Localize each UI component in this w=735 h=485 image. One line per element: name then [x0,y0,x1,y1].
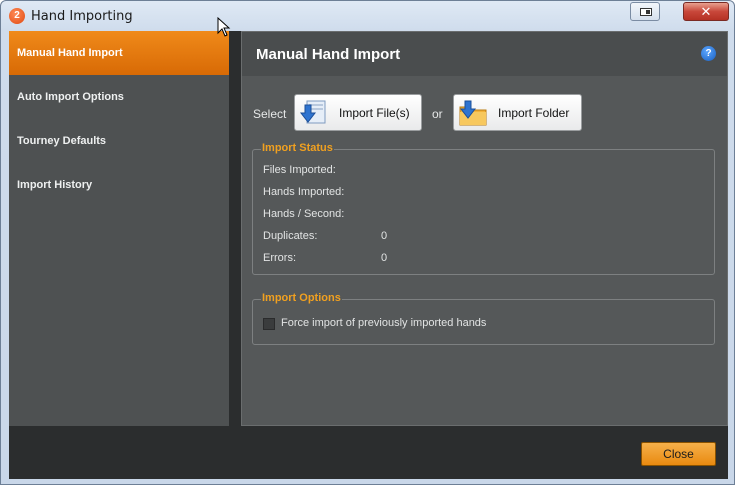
duplicates-value: 0 [381,230,388,242]
sidebar: Manual Hand Import Auto Import Options T… [9,31,229,426]
title-bar[interactable]: 2 Hand Importing ✕ [1,1,734,31]
mouse-cursor-icon [217,17,231,37]
sidebar-item-tourney-defaults[interactable]: Tourney Defaults [9,119,229,163]
window-close-button[interactable]: ✕ [683,2,729,21]
close-button[interactable]: Close [641,442,716,466]
errors-label: Errors: [263,252,296,264]
import-folder-label: Import Folder [498,106,570,120]
client-area: Manual Hand Import Auto Import Options T… [9,31,728,479]
or-label: or [432,107,443,121]
help-icon[interactable]: ? [701,46,716,61]
panel-header: Manual Hand Import ? [242,32,727,76]
import-options-legend: Import Options [261,292,342,304]
panel-divider [229,31,241,426]
import-folder-button[interactable]: Import Folder [453,94,582,131]
import-files-label: Import File(s) [339,106,410,120]
window-title: Hand Importing [31,9,133,24]
sidebar-item-import-history[interactable]: Import History [9,163,229,207]
select-label: Select [253,107,287,121]
hands-per-second-label: Hands / Second: [263,208,345,220]
close-icon: ✕ [700,4,712,19]
import-status-group: Import Status Files Imported: Hands Impo… [252,142,715,275]
sidebar-item-manual-hand-import[interactable]: Manual Hand Import [9,31,229,75]
import-status-legend: Import Status [261,142,334,154]
force-import-checkbox[interactable] [263,318,275,330]
import-options-group: Import Options Force import of previousl… [252,292,715,345]
hands-imported-label: Hands Imported: [263,186,345,198]
folder-import-icon [459,100,487,126]
duplicates-label: Duplicates: [263,230,318,242]
restore-button[interactable] [630,2,660,21]
file-import-icon [299,100,326,124]
import-files-button[interactable]: Import File(s) [294,94,422,131]
page-title: Manual Hand Import [256,46,401,63]
errors-value: 0 [381,252,388,264]
app-logo-icon: 2 [9,8,25,24]
force-import-label[interactable]: Force import of previously imported hand… [281,317,486,329]
files-imported-label: Files Imported: [263,164,336,176]
window: 2 Hand Importing ✕ Manual Hand Import Au… [0,0,735,485]
main-panel: Manual Hand Import ? Select Import File(… [241,31,728,426]
sidebar-item-auto-import-options[interactable]: Auto Import Options [9,75,229,119]
restore-icon [640,8,652,16]
